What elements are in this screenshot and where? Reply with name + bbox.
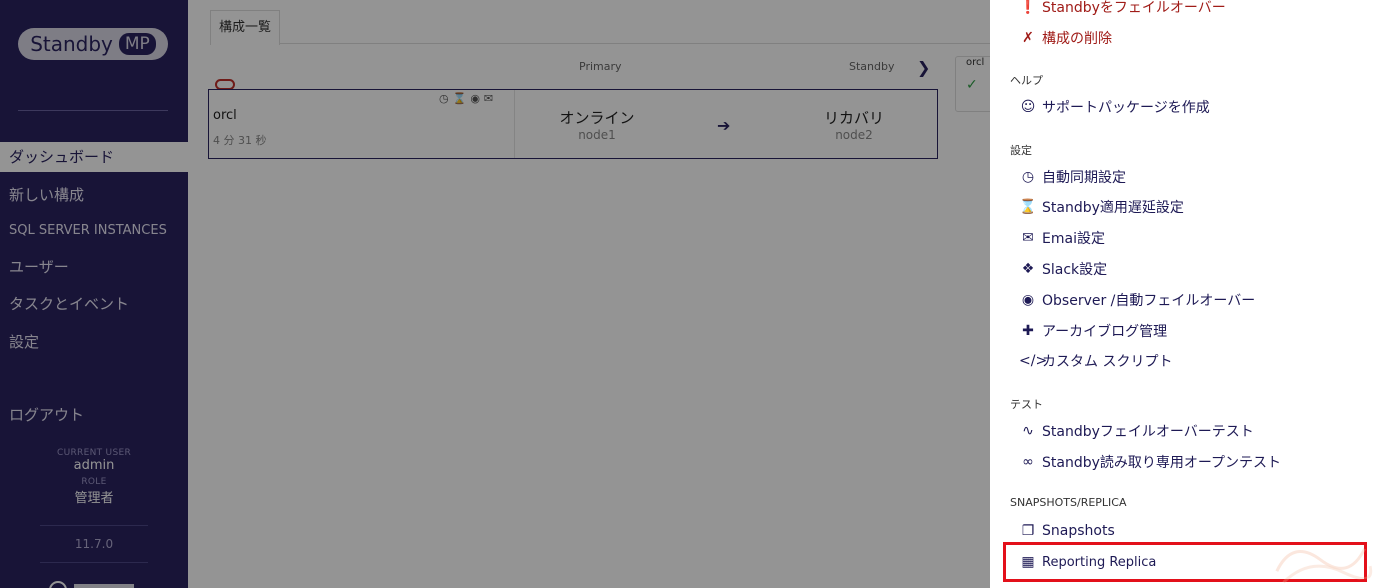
archive-log-item[interactable]: ✚ アーカイブログ管理: [1019, 320, 1167, 342]
snapshots-item[interactable]: ❐ Snapshots: [1019, 520, 1115, 542]
custom-script-label: カスタム スクリプト: [1042, 354, 1173, 370]
apply-delay-label: Standby適用遅延設定: [1042, 200, 1184, 216]
auto-sync-label: 自動同期設定: [1042, 170, 1126, 186]
support-package-item[interactable]: ☺ サポートパッケージを作成: [1019, 96, 1210, 118]
delete-config-label: 構成の削除: [1042, 31, 1112, 47]
archive-log-label: アーカイブログ管理: [1042, 324, 1168, 340]
action-panel: ❗ Standbyをフェイルオーバー ✗ 構成の削除 ヘルプ ☺ サポートパッケ…: [990, 0, 1373, 588]
email-settings-item[interactable]: ✉ Emai設定: [1019, 227, 1105, 249]
modal-backdrop[interactable]: [0, 0, 990, 588]
envelope-icon: ✉: [1022, 230, 1034, 246]
support-icon: ☺: [1020, 99, 1036, 115]
pulse-icon: ∿: [1022, 423, 1034, 439]
failover-standby-label: Standbyをフェイルオーバー: [1042, 0, 1226, 16]
section-test: テスト: [1010, 398, 1043, 411]
code-icon: </>: [1019, 353, 1048, 369]
observer-item[interactable]: ◉ Observer /自動フェイルオーバー: [1019, 289, 1255, 311]
hourglass-icon: ⌛: [1019, 199, 1037, 215]
slack-settings-label: Slack設定: [1042, 262, 1108, 278]
clock-icon: ◷: [1021, 169, 1035, 185]
copy-icon: ❐: [1021, 523, 1035, 539]
eye-icon: ◉: [1021, 292, 1035, 308]
failover-test-item[interactable]: ∿ Standbyフェイルオーバーテスト: [1019, 420, 1254, 442]
file-plus-icon: ✚: [1022, 323, 1034, 339]
auto-sync-item[interactable]: ◷ 自動同期設定: [1019, 166, 1126, 188]
glasses-icon: ∞: [1022, 454, 1034, 470]
failover-standby-item[interactable]: ❗ Standbyをフェイルオーバー: [1019, 0, 1226, 18]
snapshots-label: Snapshots: [1042, 523, 1115, 539]
readonly-open-test-item[interactable]: ∞ Standby読み取り専用オープンテスト: [1019, 451, 1281, 473]
readonly-open-test-label: Standby読み取り専用オープンテスト: [1042, 455, 1282, 471]
slack-icon: ❖: [1021, 261, 1035, 277]
section-settings: 設定: [1010, 144, 1032, 157]
email-settings-label: Emai設定: [1042, 231, 1105, 247]
unlink-icon: ✗: [1022, 30, 1034, 46]
alert-circle-icon: ❗: [1019, 0, 1037, 15]
support-package-label: サポートパッケージを作成: [1042, 100, 1210, 116]
section-help: ヘルプ: [1010, 74, 1043, 87]
failover-test-label: Standbyフェイルオーバーテスト: [1042, 424, 1254, 440]
slack-settings-item[interactable]: ❖ Slack設定: [1019, 258, 1107, 280]
observer-label: Observer /自動フェイルオーバー: [1042, 293, 1256, 309]
section-snapshots: SNAPSHOTS/REPLICA: [1010, 496, 1127, 509]
apply-delay-item[interactable]: ⌛ Standby適用遅延設定: [1019, 196, 1184, 218]
delete-config-item[interactable]: ✗ 構成の削除: [1019, 27, 1112, 49]
custom-script-item[interactable]: </> カスタム スクリプト: [1019, 350, 1172, 372]
